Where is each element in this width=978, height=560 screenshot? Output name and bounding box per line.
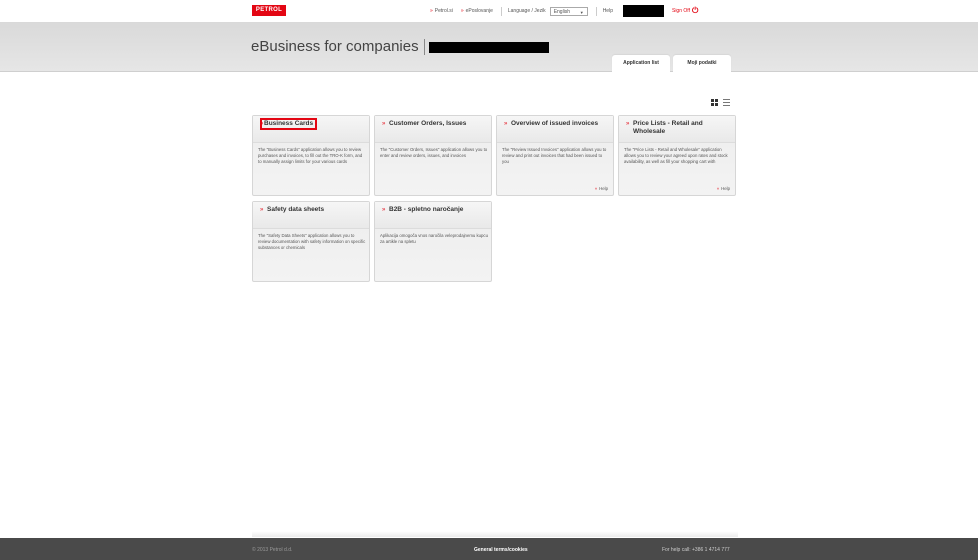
top-bar: PETROL » Petrol.si » ePoslovanje Languag… <box>0 0 978 22</box>
language-select-value: English <box>553 8 571 15</box>
page-header: eBusiness for companies Application list… <box>0 22 978 72</box>
card-description: The "Safety Data Sheets" application all… <box>258 233 366 250</box>
card-description: The "Review Issued Invoices" application… <box>502 147 607 164</box>
card-description: The "Business Cards" application allows … <box>258 147 363 164</box>
card-header: » Overview of issued invoices <box>497 116 613 143</box>
app-card-issued-invoices[interactable]: » Overview of issued invoices The "Revie… <box>496 115 614 196</box>
card-help-label: Help <box>721 186 730 191</box>
card-header: » Customer Orders, Issues <box>375 116 491 143</box>
title-divider <box>424 39 425 55</box>
app-card-price-lists[interactable]: » Price Lists - Retail and Wholesale The… <box>618 115 736 196</box>
page-title: eBusiness for companies <box>251 38 419 55</box>
terms-link[interactable]: General terms/cookies <box>474 547 528 553</box>
arrow-icon: » <box>430 8 433 14</box>
company-name-redacted <box>429 42 549 53</box>
card-description: The "Price Lists - Retail and Wholesale"… <box>624 147 728 164</box>
grid-view-icon[interactable] <box>711 99 718 106</box>
arrow-icon: » <box>382 207 386 213</box>
card-title[interactable]: Overview of issued invoices <box>511 120 598 128</box>
card-header: » Price Lists - Retail and Wholesale <box>619 116 735 143</box>
help-link[interactable]: Help <box>603 8 613 14</box>
power-icon: ⏻ <box>691 6 699 15</box>
sign-off-label: Sign Off <box>671 8 690 14</box>
card-header: » Business Cards <box>253 116 369 143</box>
card-title[interactable]: Price Lists - Retail and Wholesale <box>633 120 723 136</box>
language-label: Language / Jezik <box>507 8 546 14</box>
card-help-label: Help <box>599 186 608 191</box>
petrol-si-link[interactable]: Petrol.si <box>435 8 453 14</box>
app-card-b2b[interactable]: » B2B - spletno naročanje Aplikacija omo… <box>374 201 492 282</box>
app-card-business-cards[interactable]: » Business Cards The "Business Cards" ap… <box>252 115 370 196</box>
footer-shadow <box>252 531 738 537</box>
card-header: » Safety data sheets <box>253 202 369 229</box>
app-card-safety-data-sheets[interactable]: » Safety data sheets The "Safety Data Sh… <box>252 201 370 282</box>
tab-application-list[interactable]: Application list <box>612 55 670 72</box>
card-description: Aplikacija omogoča vnos naročila velepro… <box>380 233 488 244</box>
help-phone: For help call: +386 1 4714 777 <box>662 547 730 553</box>
card-title[interactable]: Business Cards <box>259 118 318 130</box>
arrow-icon: » <box>460 8 464 14</box>
card-description: The "Customer Orders, Issues" applicatio… <box>380 147 488 158</box>
header-tabs: Application list Moji podatki <box>612 55 734 72</box>
top-links: » Petrol.si » ePoslovanje Language / Jez… <box>430 5 698 17</box>
petrol-logo[interactable]: PETROL <box>252 5 286 16</box>
arrow-icon: » <box>382 121 386 127</box>
divider <box>500 6 502 16</box>
language-select[interactable]: English ▼ <box>549 6 588 16</box>
view-toggle <box>711 99 730 106</box>
chevron-down-icon: ▼ <box>579 9 584 15</box>
list-view-icon[interactable] <box>723 99 730 106</box>
copyright: © 2013 Petrol d.d. <box>252 547 293 553</box>
card-title[interactable]: B2B - spletno naročanje <box>389 206 463 214</box>
arrow-icon: » <box>594 186 598 191</box>
card-title[interactable]: Customer Orders, Issues <box>389 120 466 128</box>
eposlovanje-link[interactable]: ePoslovanje <box>466 8 493 14</box>
card-title[interactable]: Safety data sheets <box>267 206 324 214</box>
sign-off-link[interactable]: Sign Off ⏻ <box>672 6 698 16</box>
arrow-icon: » <box>504 121 508 127</box>
arrow-icon: » <box>260 207 264 213</box>
arrow-icon: » <box>716 186 720 191</box>
app-card-customer-orders[interactable]: » Customer Orders, Issues The "Customer … <box>374 115 492 196</box>
card-help-link[interactable]: » Help <box>717 186 730 191</box>
card-header: » B2B - spletno naročanje <box>375 202 491 229</box>
user-name-redacted <box>622 5 664 17</box>
divider <box>595 6 597 16</box>
card-help-link[interactable]: » Help <box>595 186 608 191</box>
footer: © 2013 Petrol d.d. General terms/cookies… <box>0 538 978 560</box>
tab-moji-podatki[interactable]: Moji podatki <box>673 55 731 72</box>
arrow-icon: » <box>626 121 630 127</box>
